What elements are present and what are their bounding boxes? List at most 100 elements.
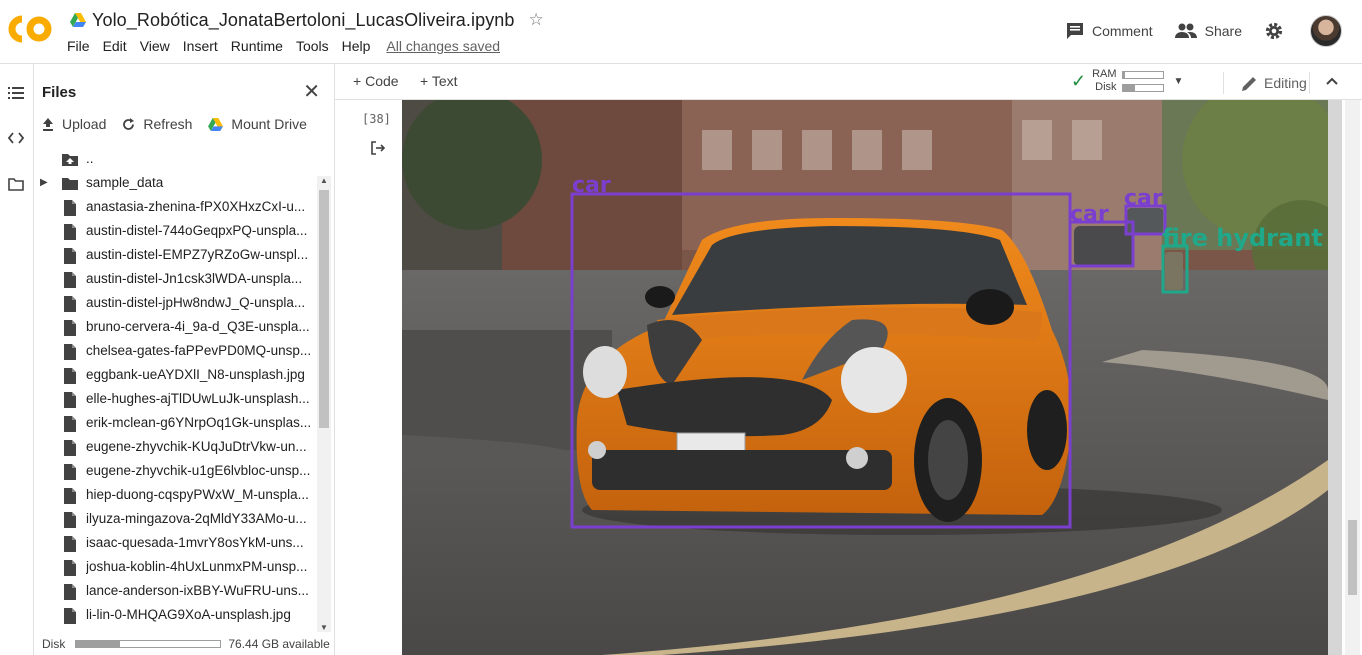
resource-labels: RAM Disk <box>1092 68 1116 94</box>
menu-edit[interactable]: Edit <box>103 38 127 54</box>
folder-up-icon <box>62 154 78 166</box>
file-name: joshua-koblin-4hUxLunmxPM-unsp... <box>86 559 308 574</box>
file-row[interactable]: eggbank-ueAYDXlI_N8-unsplash.jpg <box>34 364 317 388</box>
mount-drive-button[interactable]: Mount Drive <box>208 116 307 132</box>
file-row[interactable]: eugene-zhyvchik-u1gE6lvbloc-unsp... <box>34 460 317 484</box>
menu-insert[interactable]: Insert <box>183 38 218 54</box>
file-name: eggbank-ueAYDXlI_N8-unsplash.jpg <box>86 367 305 382</box>
menu-tools[interactable]: Tools <box>296 38 329 54</box>
menu-file[interactable]: File <box>67 38 90 54</box>
parent-folder-row[interactable]: .. <box>34 148 317 172</box>
file-tree: .. ▶ sample_data anastasia-zhenina-fPX0XHxz… <box>34 148 317 632</box>
star-icon[interactable]: ☆ <box>529 10 544 30</box>
scrollbar-thumb[interactable] <box>319 190 329 428</box>
file-row[interactable]: austin-distel-Jn1csk3lWDA-unspla... <box>34 268 317 292</box>
menu-help[interactable]: Help <box>342 38 371 54</box>
menu-runtime[interactable]: Runtime <box>231 38 283 54</box>
code-snippets-icon[interactable] <box>8 132 24 144</box>
cell-gutter: [38] <box>335 100 402 655</box>
comment-label: Comment <box>1091 23 1153 39</box>
scrollbar-thumb[interactable] <box>1348 520 1357 595</box>
scroll-down-icon[interactable]: ▼ <box>320 623 328 632</box>
files-scrollbar[interactable]: ▲ ▼ <box>317 176 331 632</box>
file-row[interactable]: bruno-cervera-4i_9a-d_Q3E-unspla... <box>34 316 317 340</box>
file-icon <box>64 416 76 432</box>
notebook-toolbar: + Code + Text ✓ RAM Disk ▼ Editing <box>335 64 1362 100</box>
file-icon <box>64 512 76 528</box>
file-icon <box>64 488 76 504</box>
user-avatar[interactable] <box>1310 15 1342 47</box>
add-code-button[interactable]: + Code <box>353 73 399 89</box>
file-row[interactable]: li-lin-0-MHQAG9XoA-unsplash.jpg <box>34 604 317 628</box>
file-row[interactable]: lance-anderson-ixBBY-WuFRU-uns... <box>34 580 317 604</box>
add-text-button[interactable]: + Text <box>420 73 458 89</box>
refresh-button[interactable]: Refresh <box>122 116 192 132</box>
file-name: sample_data <box>86 175 164 190</box>
file-name: erik-mclean-g6YNrpOq1Gk-unsplas... <box>86 415 312 430</box>
refresh-icon <box>123 117 135 130</box>
chevron-up-icon[interactable] <box>1309 72 1338 94</box>
notebook-title[interactable]: Yolo_Robótica_JonataBertoloni_LucasOlive… <box>92 10 515 31</box>
file-name: ilyuza-mingazova-2qMldY33AMo-u... <box>86 511 307 526</box>
file-row[interactable]: ilyuza-mingazova-2qMldY33AMo-u... <box>34 508 317 532</box>
detection-label-fire-hydrant: fire hydrant <box>1162 224 1323 252</box>
file-row[interactable]: elle-hughes-ajTlDUwLuJk-unsplash... <box>34 388 317 412</box>
disk-bar-toolbar <box>1121 83 1164 92</box>
share-button[interactable]: Share <box>1174 23 1242 39</box>
files-title: Files <box>42 84 77 101</box>
folder-icon <box>62 178 78 190</box>
detection-label-car: car <box>572 173 611 198</box>
menu-bar: File Edit View Insert Runtime Tools Help… <box>67 38 513 54</box>
app-header: Yolo_Robótica_JonataBertoloni_LucasOlive… <box>0 0 1362 64</box>
chevron-down-icon[interactable]: ▼ <box>1174 76 1184 87</box>
file-row[interactable]: austin-distel-jpHw8ndwJ_Q-unspla... <box>34 292 317 316</box>
upload-label: Upload <box>62 116 107 132</box>
expand-arrow-icon[interactable]: ▶ <box>40 177 48 188</box>
file-row[interactable]: anastasia-zhenina-fPX0XHxzCxI-u... <box>34 196 317 220</box>
file-row[interactable]: austin-distel-EMPZ7yRZoGw-unspl... <box>34 244 317 268</box>
header-actions: Comment Share <box>1044 14 1342 48</box>
ram-bar-fill <box>1122 71 1125 78</box>
folder-row[interactable]: ▶ sample_data <box>34 172 317 196</box>
file-name: elle-hughes-ajTlDUwLuJk-unsplash... <box>86 391 310 406</box>
file-row[interactable]: isaac-quesada-1mvrY8osYkM-uns... <box>34 532 317 556</box>
file-row[interactable]: hiep-duong-cqspyPWxW_M-unspla... <box>34 484 317 508</box>
scroll-up-icon[interactable]: ▲ <box>320 176 328 185</box>
disk-usage-bar <box>75 640 222 648</box>
output-scroll-strip[interactable] <box>1328 100 1342 655</box>
folder-icon[interactable] <box>8 178 24 191</box>
settings-button[interactable] <box>1264 21 1292 41</box>
close-icon[interactable]: ✕ <box>303 79 320 104</box>
google-drive-icon <box>70 13 86 27</box>
save-status[interactable]: All changes saved <box>386 38 500 54</box>
add-text-label: Text <box>431 73 458 89</box>
file-name: .. <box>86 151 94 166</box>
disk-usage: Disk 76.44 GB available <box>42 637 330 651</box>
file-icon <box>64 200 76 216</box>
table-of-contents-icon[interactable] <box>8 86 24 100</box>
file-row[interactable]: erik-mclean-g6YNrpOq1Gk-unsplas... <box>34 412 317 436</box>
resources-indicator[interactable]: ✓ RAM Disk ▼ <box>1071 68 1183 94</box>
menu-view[interactable]: View <box>140 38 170 54</box>
file-name: eugene-zhyvchik-KUqJuDtrVkw-un... <box>86 439 307 454</box>
file-row[interactable]: chelsea-gates-faPPevPD0MQ-unsp... <box>34 340 317 364</box>
comment-button[interactable]: Comment <box>1066 22 1153 40</box>
file-row[interactable]: eugene-zhyvchik-KUqJuDtrVkw-un... <box>34 436 317 460</box>
disk-label-toolbar: Disk <box>1095 81 1117 93</box>
file-icon <box>64 344 76 360</box>
editing-mode-button[interactable]: Editing <box>1223 72 1307 94</box>
file-icon <box>64 248 76 264</box>
files-panel: Files ✕ Upload Refresh Mount Drive .. ▶ … <box>34 64 335 655</box>
file-name: chelsea-gates-faPPevPD0MQ-unsp... <box>86 343 312 358</box>
file-row[interactable]: joshua-koblin-4hUxLunmxPM-unsp... <box>34 556 317 580</box>
output-actions-icon[interactable] <box>370 140 386 156</box>
file-row[interactable]: austin-distel-744oGeqpxPQ-unspla... <box>34 220 317 244</box>
file-icon <box>64 440 76 456</box>
file-name: austin-distel-jpHw8ndwJ_Q-unspla... <box>86 295 306 310</box>
pencil-icon <box>1242 76 1256 91</box>
colab-logo[interactable] <box>8 13 54 45</box>
files-actions: Upload Refresh Mount Drive <box>42 116 323 132</box>
file-icon <box>64 536 76 552</box>
notebook-scrollbar[interactable] <box>1328 100 1362 655</box>
upload-button[interactable]: Upload <box>42 116 106 132</box>
